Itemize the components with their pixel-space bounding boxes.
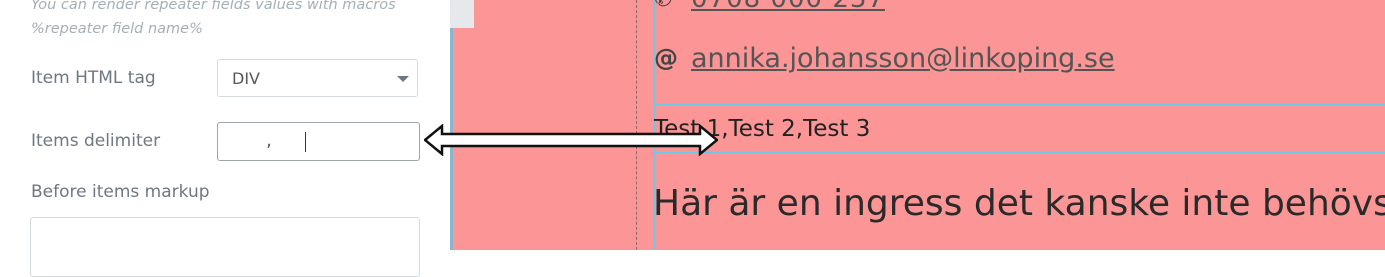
widget-guide-top — [654, 104, 1385, 105]
item-html-tag-select[interactable]: DIV — [217, 59, 418, 97]
panel-resize-handle[interactable] — [450, 0, 474, 28]
items-delimiter-label: Items delimiter — [31, 131, 161, 151]
item-html-tag-value: DIV — [232, 69, 260, 88]
repeater-macros-hint: You can render repeater fields values wi… — [31, 0, 431, 41]
phone-link[interactable]: 0708 000 237 — [691, 0, 885, 14]
email-link[interactable]: annika.johansson@linkoping.se — [691, 43, 1115, 74]
chevron-down-icon — [397, 76, 409, 82]
hint-line-1: You can render repeater fields values wi… — [31, 0, 396, 13]
before-items-markup-label: Before items markup — [31, 182, 210, 202]
phone-icon: ✆ — [654, 0, 672, 12]
double-arrow-icon — [424, 124, 718, 156]
hint-line-2: %repeater field name% — [31, 21, 203, 37]
at-icon: @ — [654, 44, 678, 72]
settings-panel: You can render repeater fields values wi… — [0, 0, 450, 277]
item-html-tag-label: Item HTML tag — [31, 68, 156, 88]
ingress-heading: Här är en ingress det kanske inte behövs… — [653, 183, 1385, 224]
widget-guide-bottom — [654, 152, 1385, 153]
text-cursor — [305, 132, 306, 152]
before-items-markup-textarea[interactable] — [30, 217, 420, 277]
items-delimiter-input[interactable]: , — [217, 122, 420, 161]
